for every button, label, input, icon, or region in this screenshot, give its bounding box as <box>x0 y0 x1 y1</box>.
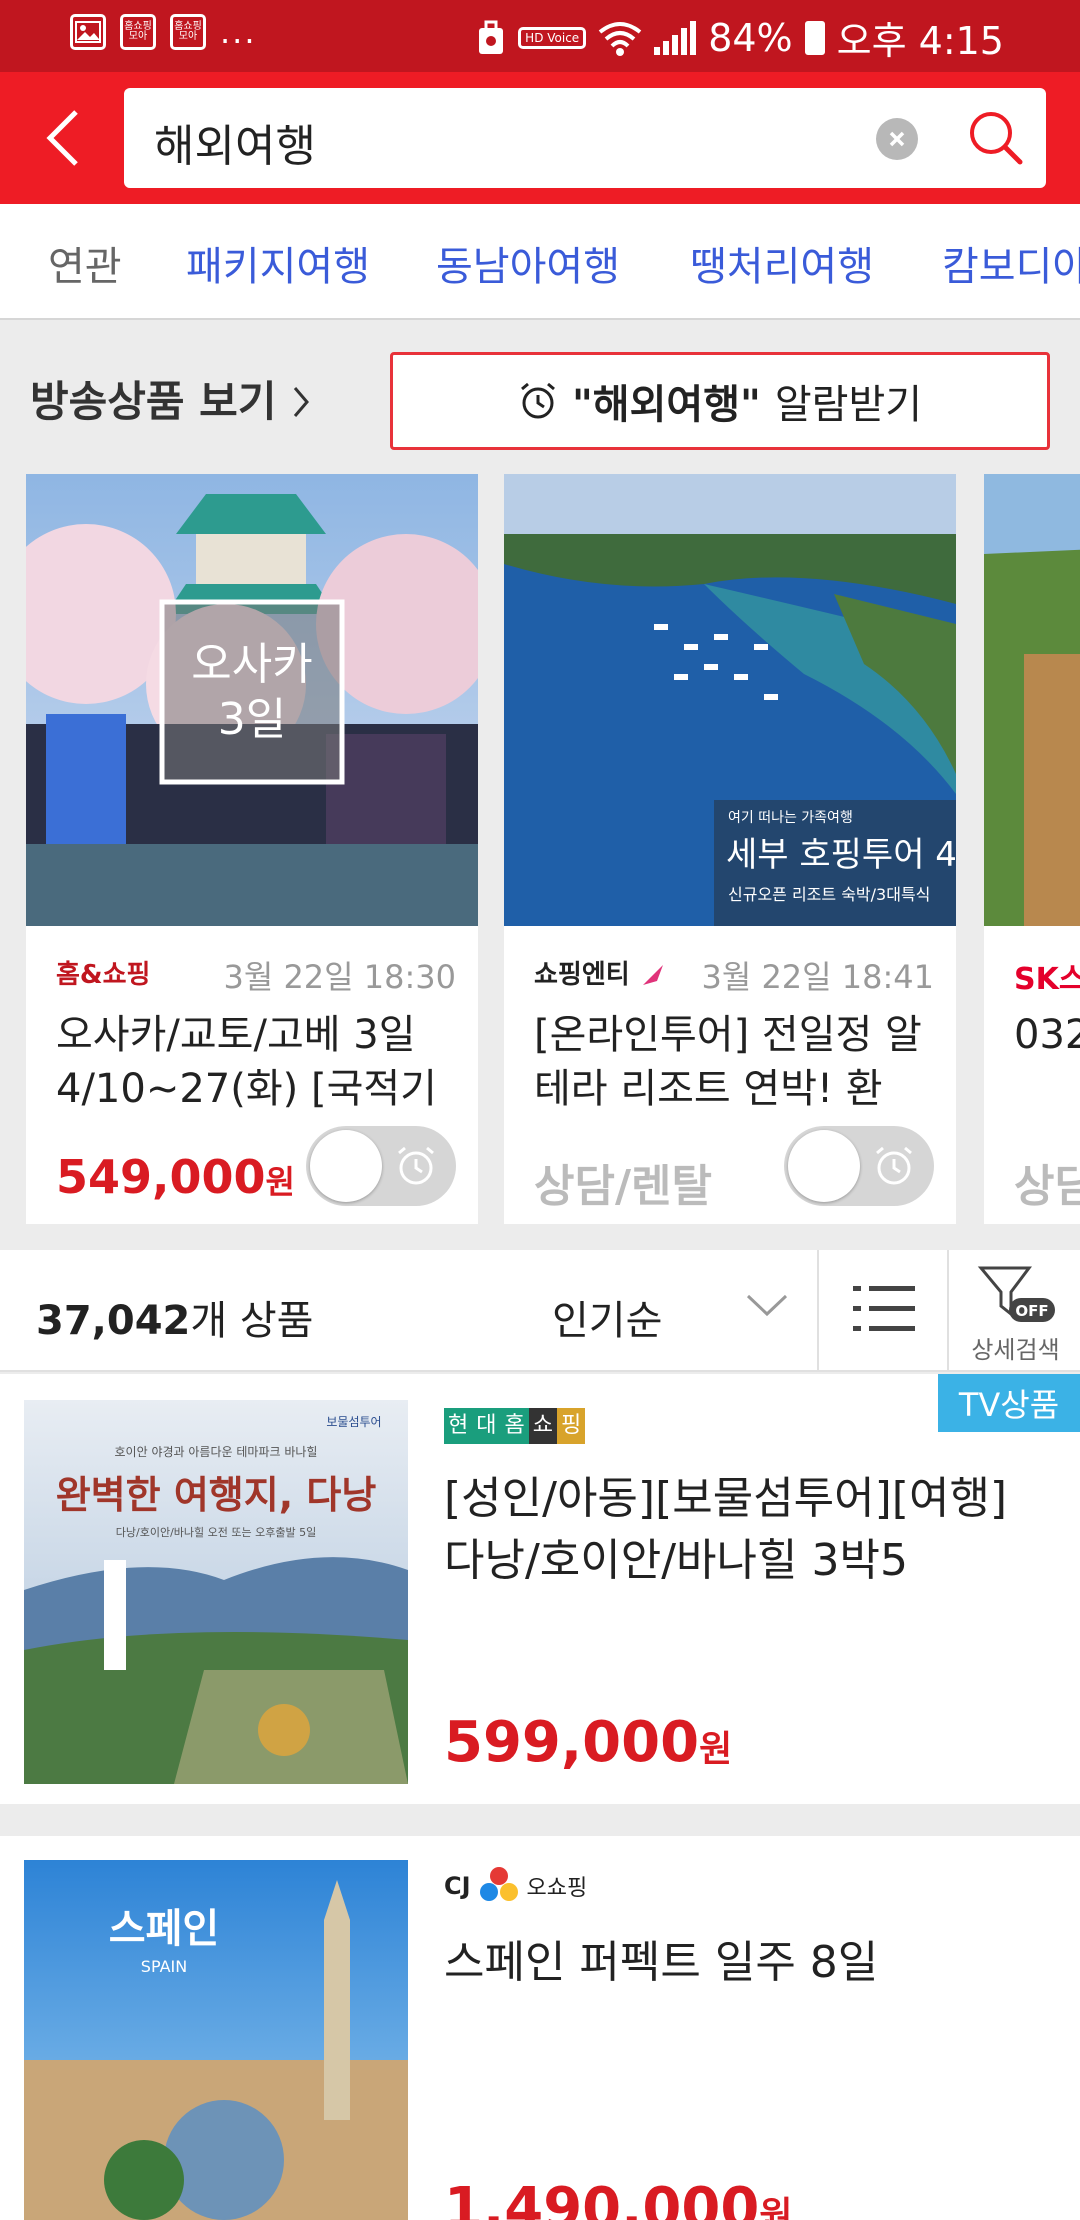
image-caption: 다낭/호이안/바나힐 오전 또는 오후출발 5일 <box>116 1525 316 1539</box>
card-title[interactable]: 032 국으 <box>1014 1008 1080 1116</box>
related-keywords: 연관 패키지여행 동남아여행 땡처리여행 캄보디아 <box>0 204 1080 320</box>
chevron-right-icon <box>291 377 311 426</box>
card-meta: 홈&쇼핑 3월 22일 18:30 <box>56 952 456 996</box>
card-title[interactable]: 오사카/교토/고베 3일 4/10~27(화) [국적기 <box>56 1008 456 1116</box>
close-icon <box>889 131 905 147</box>
alarm-lock-icon <box>479 20 504 54</box>
product-image[interactable]: 스페인 SPAIN <box>24 1860 408 2220</box>
system-status: HD Voice 84% 오후 4:15 <box>476 10 1004 65</box>
screen: 홈쇼핑모아 홈쇼핑모아 ... HD Voice 84% 오후 4:15 해외여… <box>0 0 1080 2220</box>
broadcast-card[interactable]: 여기 떠나는 가족여행 세부 호핑투어 4일 신규오픈 리조트 숙박/3대특식 … <box>504 474 956 1224</box>
product-title[interactable]: 스페인 퍼펙트 일주 8일 <box>444 1932 1054 1994</box>
shop-logo: 홈&쇼핑 <box>56 960 151 990</box>
battery-icon <box>804 20 825 55</box>
tv-product-badge: TV상품 <box>938 1374 1080 1432</box>
alarm-label: 알람받기 <box>774 382 923 428</box>
battery-percent: 84% <box>708 15 793 60</box>
search-header: 해외여행 <box>0 72 1080 204</box>
search-button[interactable] <box>966 108 1026 168</box>
related-keyword[interactable]: 땡처리여행 <box>690 234 874 292</box>
image-caption: SPAIN <box>141 1957 187 1976</box>
back-button[interactable] <box>30 102 94 174</box>
card-image[interactable] <box>984 474 1080 926</box>
product-item[interactable]: 보물섬투어 호이안 야경과 아름다운 테마파크 바나힐 완벽한 여행지, 다낭 … <box>0 1374 1080 1804</box>
image-caption: 호이안 야경과 아름다운 테마파크 바나힐 <box>115 1445 318 1459</box>
image-caption: 세부 호핑투어 4일 <box>726 835 956 875</box>
broadcast-products-link[interactable]: 방송상품 보기 <box>30 368 311 429</box>
alarm-toggle[interactable] <box>784 1126 934 1206</box>
search-input[interactable]: 해외여행 <box>124 88 1046 188</box>
shop-logo-cj: CJ 오쇼핑 <box>444 1856 587 1916</box>
clock: 오후 4:15 <box>836 19 1004 63</box>
chevron-left-icon <box>46 110 78 166</box>
toggle-knob <box>788 1130 860 1202</box>
product-count: 37,042개 상품 <box>36 1298 314 1344</box>
card-price-status: 상담 <box>1014 1161 1080 1212</box>
card-meta: 쇼핑엔티 3월 22일 18:41 <box>534 952 934 996</box>
status-bar: 홈쇼핑모아 홈쇼핑모아 ... HD Voice 84% 오후 4:15 <box>0 0 1080 72</box>
image-caption: 신규오픈 리조트 숙박/3대특식 <box>728 885 930 904</box>
gallery-icon <box>70 14 106 50</box>
related-keyword[interactable]: 동남아여행 <box>436 234 620 292</box>
card-meta: SK스 <box>1014 952 1080 997</box>
list-header: 37,042개 상품 인기순 OFF 상세검색 <box>0 1250 1080 1372</box>
list-view-icon <box>853 1286 915 1331</box>
card-image-cebu[interactable]: 여기 떠나는 가족여행 세부 호핑투어 4일 신규오픈 리조트 숙박/3대특식 <box>504 474 956 926</box>
product-item[interactable]: 스페인 SPAIN CJ 오쇼핑 스페인 퍼펙트 일주 8일 1,490,000… <box>0 1836 1080 2220</box>
product-image[interactable]: 보물섬투어 호이안 야경과 아름다운 테마파크 바나힐 완벽한 여행지, 다낭 … <box>24 1400 408 1784</box>
signal-icon <box>654 20 697 55</box>
image-caption: 완벽한 여행지, 다낭 <box>56 1473 377 1517</box>
hd-voice-icon: HD Voice <box>518 26 587 49</box>
shop-logo-hyundai: 현대홈쇼핑 <box>444 1408 586 1444</box>
broadcast-card[interactable]: 오사카 3일 홈&쇼핑 3월 22일 18:30 오사카/교토/고베 3일 4/… <box>26 474 478 1224</box>
product-price: 599,000원 <box>444 1710 733 1775</box>
card-title[interactable]: [온라인투어] 전일정 알테라 리조트 연박! 환 <box>534 1008 934 1116</box>
product-title[interactable]: [성인/아동][보물섬투어][여행] 다낭/호이안/바나힐 3박5 <box>444 1468 1054 1592</box>
filter-icon: OFF <box>977 1266 1055 1322</box>
card-price: 549,000원 <box>56 1150 295 1204</box>
keyword-alarm-button[interactable]: "해외여행" 알람받기 <box>390 352 1050 450</box>
notification-icons: 홈쇼핑모아 홈쇼핑모아 ... <box>70 14 257 50</box>
image-caption: 여기 떠나는 가족여행 <box>728 810 853 826</box>
view-mode-button[interactable] <box>817 1250 947 1372</box>
detail-search-button[interactable]: OFF 상세검색 <box>947 1250 1080 1372</box>
app-notification-icon: 홈쇼핑모아 <box>170 14 206 50</box>
card-image-osaka[interactable]: 오사카 3일 <box>26 474 478 926</box>
app-notification-icon: 홈쇼핑모아 <box>120 14 156 50</box>
broadcast-time: 3월 22일 18:41 <box>701 958 934 996</box>
shop-logo-mark-icon <box>642 965 663 985</box>
shop-logo: 쇼핑엔티 <box>534 954 667 991</box>
card-price-status: 상담/렌탈 <box>534 1161 712 1212</box>
image-caption: 오사카 <box>191 639 312 690</box>
related-keyword[interactable]: 패키지여행 <box>186 234 370 292</box>
alarm-toggle[interactable] <box>306 1126 456 1206</box>
alarm-clock-icon <box>398 1146 434 1185</box>
image-caption: 3일 <box>218 694 286 745</box>
cj-logo-icon <box>479 1867 518 1901</box>
broadcast-title: 방송상품 보기 <box>30 377 277 426</box>
broadcast-time: 3월 22일 18:30 <box>223 958 456 996</box>
sort-dropdown[interactable]: 인기순 <box>552 1288 662 1346</box>
alarm-clock-icon <box>520 382 555 419</box>
alarm-clock-icon <box>876 1146 912 1185</box>
image-caption: 스페인 <box>109 1906 219 1952</box>
detail-search-label: 상세검색 <box>971 1336 1060 1364</box>
search-query[interactable]: 해외여행 <box>154 110 316 174</box>
filter-off-badge: OFF <box>1015 1302 1048 1320</box>
toggle-knob <box>310 1130 382 1202</box>
image-brand: 보물섬투어 <box>326 1415 381 1429</box>
related-label: 연관 <box>48 244 122 290</box>
product-price: 1,490,000원 <box>444 2176 793 2220</box>
related-keyword[interactable]: 캄보디아 <box>942 234 1080 292</box>
clear-button[interactable] <box>876 118 918 160</box>
search-icon <box>970 112 1023 165</box>
broadcast-card[interactable]: SK스 032 국으 상담 <box>984 474 1080 1224</box>
shop-logo: SK스 <box>1014 962 1080 997</box>
more-notifications: ... <box>220 13 257 51</box>
chevron-down-icon[interactable] <box>744 1290 790 1320</box>
wifi-icon <box>598 21 642 56</box>
alarm-keyword: "해외여행" <box>571 382 761 428</box>
